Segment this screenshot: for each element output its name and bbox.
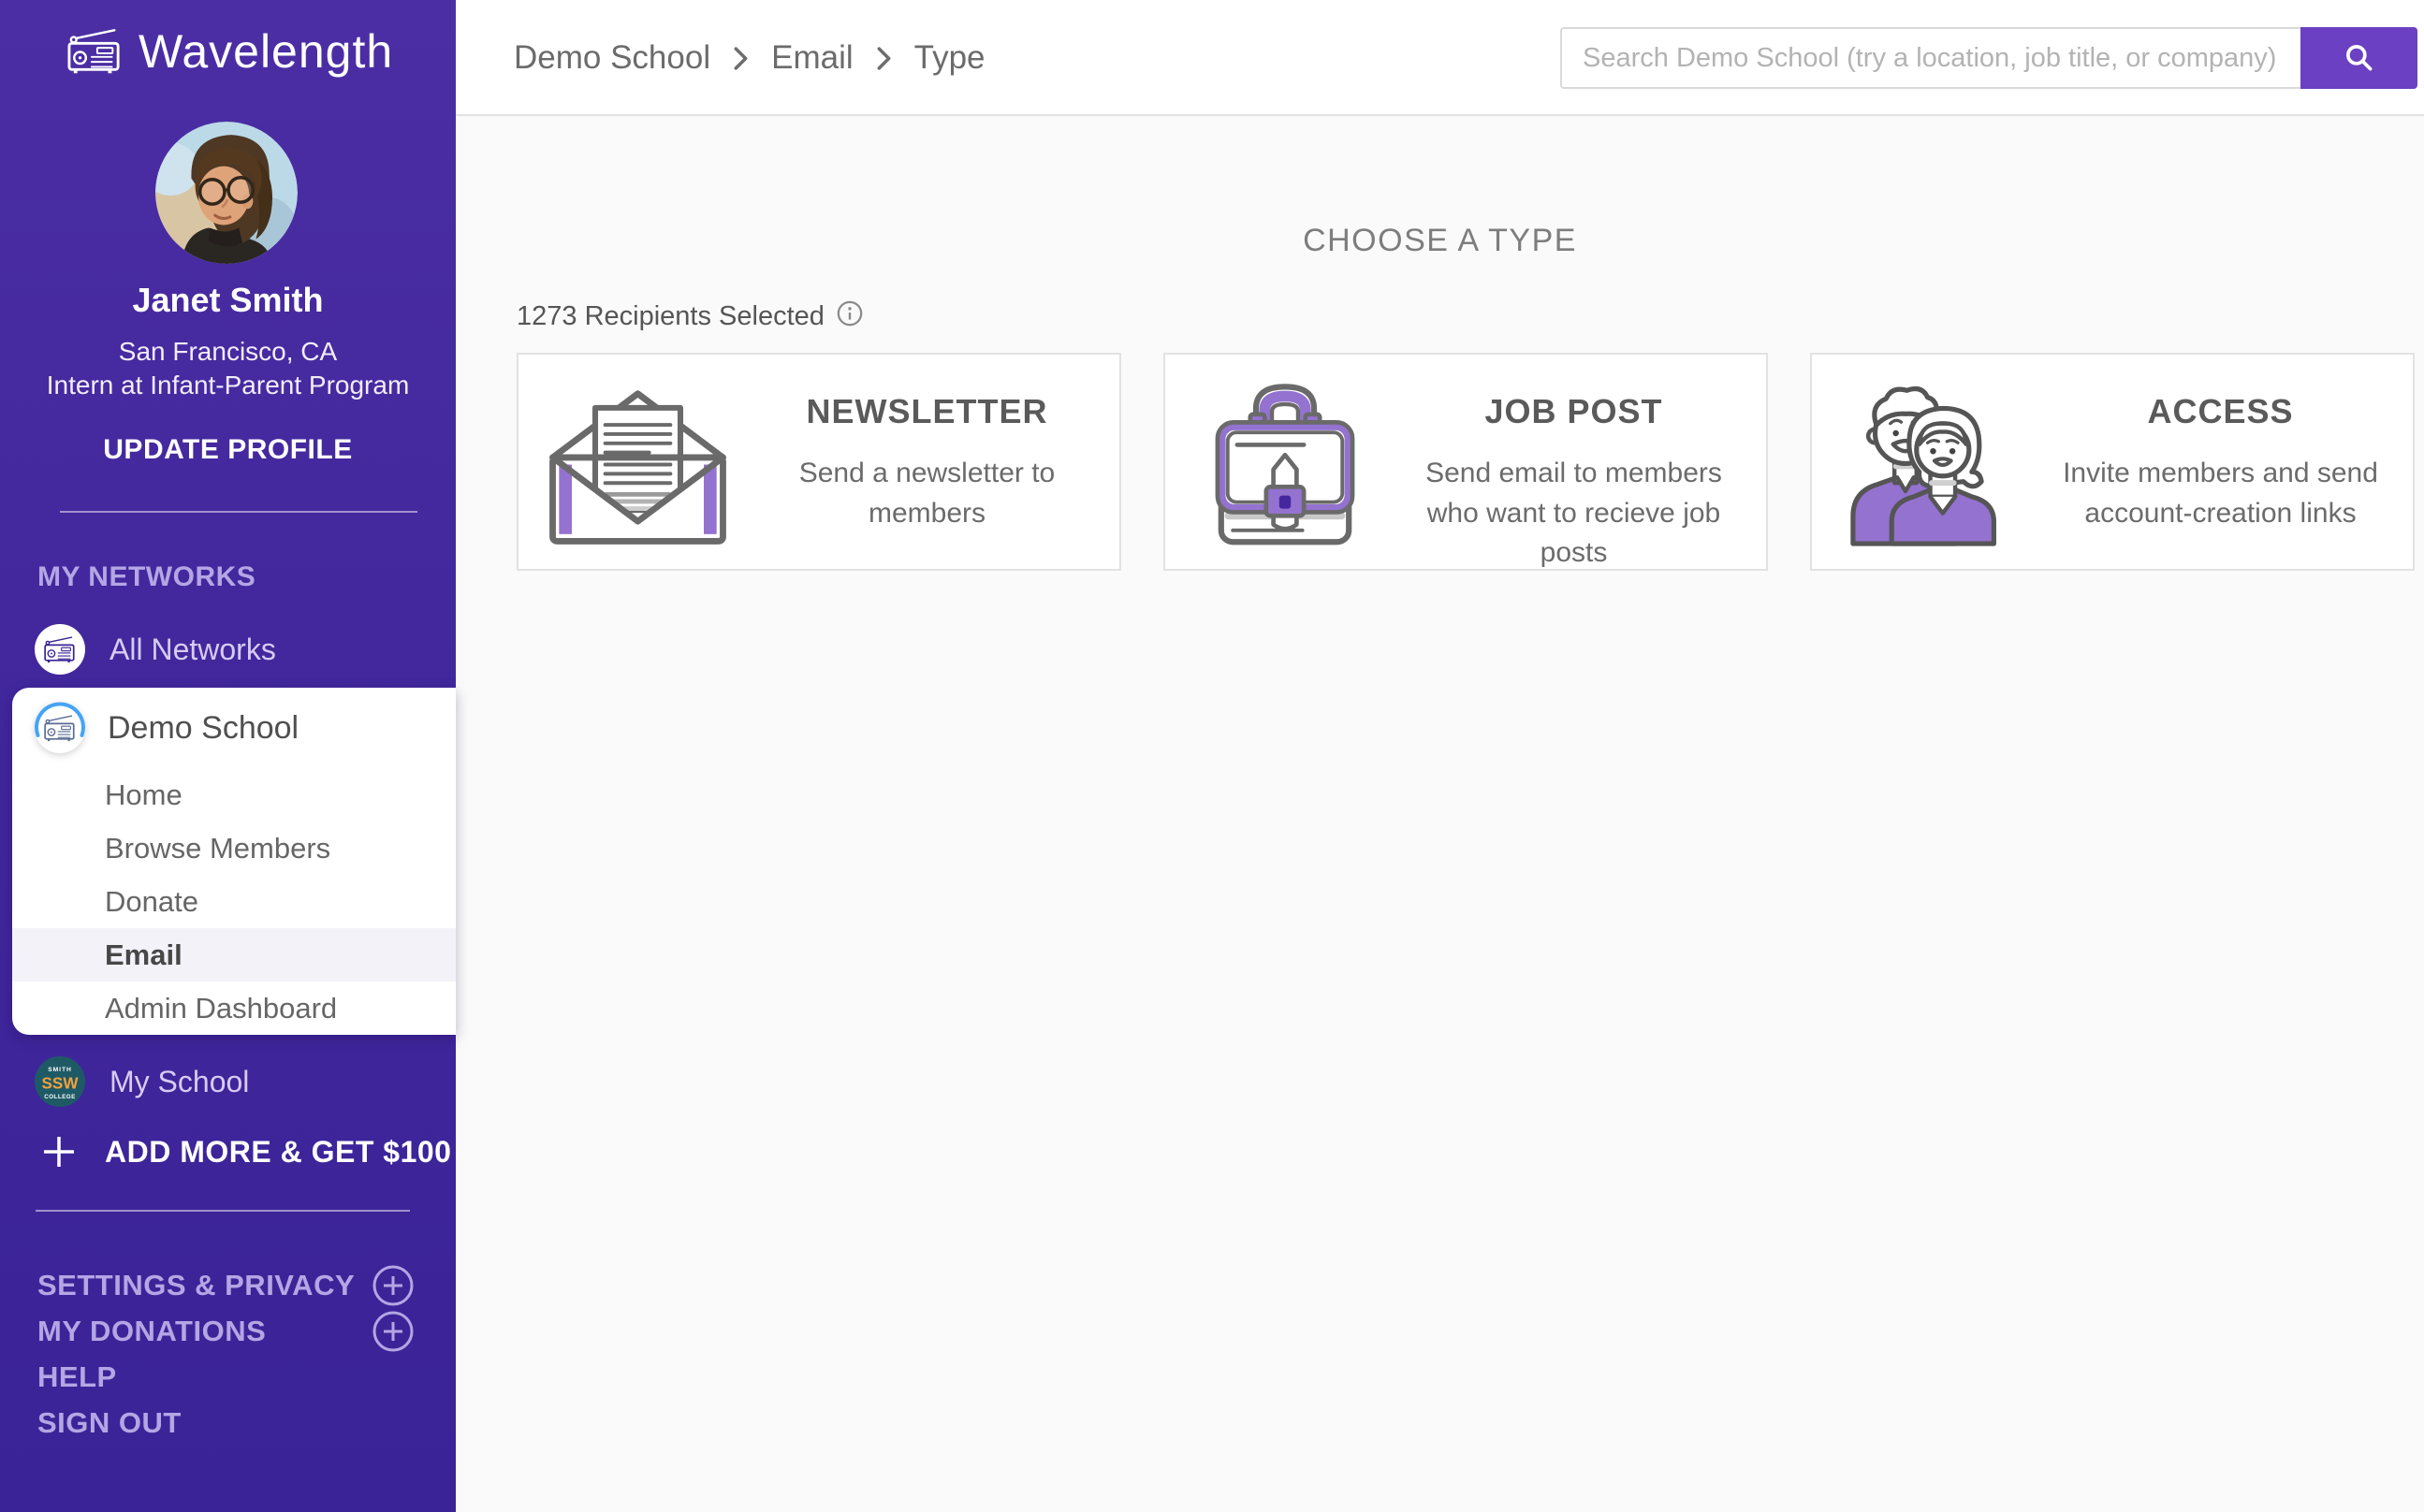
add-more-label: ADD MORE & GET $100 [105,1134,452,1169]
sidebar-item-sign-out[interactable]: SIGN OUT [37,1406,182,1440]
email-type-cards: NEWSLETTER Send a newsletter to members [517,353,2415,571]
settings-expand-icon[interactable] [371,1263,416,1308]
profile-role: Intern at Infant-Parent Program [46,371,410,400]
recipients-text: 1273 Recipients Selected [517,301,825,331]
add-more-button[interactable]: ADD MORE & GET $100 [41,1134,451,1170]
app-logo[interactable]: Wavelength [67,24,393,79]
sidebar-item-all-networks[interactable]: All Networks [35,623,276,676]
plus-icon [44,1137,74,1167]
ssw-school-badge-icon: SMITH SSW COLLEGE [35,1056,85,1107]
svg-text:SMITH: SMITH [48,1067,72,1073]
profile-location: San Francisco, CA [118,337,338,366]
card-title: NEWSLETTER [806,392,1048,430]
card-description: Invite members and send account-creation… [2063,458,2378,529]
all-networks-radio-icon [35,624,85,675]
submenu-item-email[interactable]: Email [12,928,456,981]
demo-school-label: Demo School [108,709,299,746]
sidebar-divider [60,511,417,513]
card-newsletter[interactable]: NEWSLETTER Send a newsletter to members [517,353,1121,571]
profile-photo [155,122,298,264]
chevron-right-icon [877,46,891,70]
submenu-item-admin-dashboard[interactable]: Admin Dashboard [12,981,456,1035]
sidebar: Wavelength Janet Smith San Francisco, CA… [0,0,456,1512]
card-title: JOB POST [1484,392,1663,430]
breadcrumb-type: Type [913,39,986,76]
card-description: Send email to members who want to reciev… [1425,458,1722,569]
sidebar-divider [36,1210,410,1212]
access-card-text: ACCESS Invite members and send account-c… [2051,355,2413,569]
card-description: Send a newsletter to members [798,458,1056,529]
submenu-item-donate[interactable]: Donate [12,875,456,928]
my-networks-heading: MY NETWORKS [37,561,256,592]
sidebar-item-help[interactable]: HELP [37,1360,117,1394]
sidebar-item-my-school[interactable]: SMITH SSW COLLEGE My School [35,1055,249,1108]
sidebar-item-my-donations[interactable]: MY DONATIONS [37,1315,266,1348]
update-profile-button[interactable]: UPDATE PROFILE [0,434,456,466]
top-bar: Demo School Email Type [456,0,2424,116]
access-people-icon [1812,355,2051,569]
donations-expand-icon[interactable] [371,1309,416,1354]
newsletter-envelope-icon [518,355,757,569]
breadcrumb-email[interactable]: Email [771,39,854,77]
sidebar-item-demo-school[interactable]: Demo School [12,688,456,768]
submenu-item-home[interactable]: Home [12,768,456,821]
profile-name: Janet Smith [132,281,324,319]
card-job-post[interactable]: JOB POST Send email to members who want … [1163,353,1768,571]
search-icon [2345,45,2372,71]
search-input[interactable] [1560,27,2300,89]
network-submenu: Demo School Home Browse Members Donate E… [12,688,456,1035]
avatar[interactable] [155,122,298,264]
page-title: CHOOSE A TYPE [1303,223,1577,258]
search-bar [1560,27,2417,89]
demo-school-radio-icon [35,702,85,753]
svg-text:COLLEGE: COLLEGE [44,1094,76,1100]
search-button[interactable] [2300,27,2417,89]
all-networks-label: All Networks [110,632,276,666]
radio-logo-icon [67,29,120,74]
svg-text:SSW: SSW [42,1075,80,1093]
my-school-label: My School [110,1064,250,1098]
chevron-right-icon [734,46,748,70]
newsletter-card-text: NEWSLETTER Send a newsletter to members [757,355,1119,569]
job-post-card-text: JOB POST Send email to members who want … [1404,355,1766,569]
submenu-item-browse-members[interactable]: Browse Members [12,821,456,875]
card-access[interactable]: ACCESS Invite members and send account-c… [1810,353,2415,571]
sidebar-item-settings-privacy[interactable]: SETTINGS & PRIVACY [37,1269,355,1302]
job-post-briefcase-icon [1165,355,1404,569]
app-window: Wavelength Janet Smith San Francisco, CA… [0,0,2424,1512]
recipients-summary: 1273 Recipients Selected [517,299,864,332]
card-title: ACCESS [2147,392,2294,430]
breadcrumb-demo-school[interactable]: Demo School [514,39,710,77]
app-title: Wavelength [139,25,394,78]
info-icon[interactable] [836,299,864,327]
breadcrumb: Demo School Email Type [514,0,986,116]
